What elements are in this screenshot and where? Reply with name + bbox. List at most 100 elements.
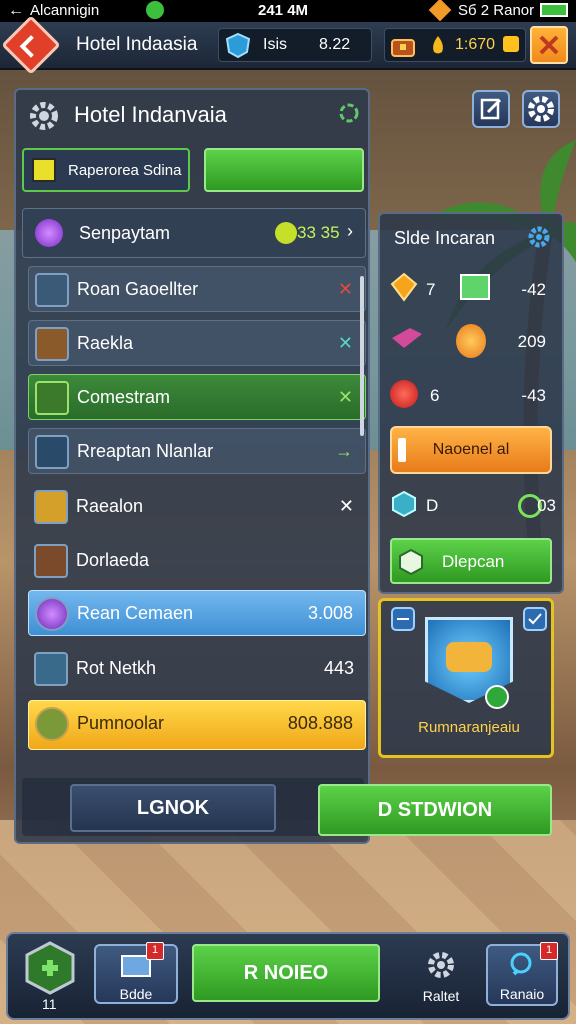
box-icon xyxy=(399,548,423,576)
bar-icon xyxy=(398,438,406,462)
photo-icon xyxy=(460,274,490,300)
nav-slot-1-label: Bdde xyxy=(119,986,153,1002)
side-item-left: 6 xyxy=(430,386,440,405)
list-item[interactable]: Raealon ✕ xyxy=(28,484,366,530)
nav-settings-label: Raltet xyxy=(422,988,460,1004)
nav-slot-1[interactable]: Bdde xyxy=(94,944,178,1004)
resource-1-label: Isis xyxy=(263,36,287,53)
list-item-value: 443 xyxy=(323,658,354,678)
list-item-highlighted[interactable]: Rean Cemaen 3.008 xyxy=(28,590,366,636)
list-item-label: Rean Cemaen xyxy=(77,603,194,623)
compass-icon xyxy=(391,607,415,631)
edit-icon xyxy=(480,98,502,120)
close-icon[interactable]: ✕ xyxy=(339,496,354,517)
dispatch-button[interactable]: Dlepcan xyxy=(390,538,552,584)
level-label: 11 xyxy=(42,996,57,1012)
close-icon[interactable]: ✕ xyxy=(338,279,353,300)
resource-row-label: Senpaytam xyxy=(79,223,171,243)
shield-icon xyxy=(225,32,251,58)
room-thumbnail xyxy=(34,544,68,578)
coin-icon xyxy=(503,36,519,52)
list-item-label: Raekla xyxy=(77,333,134,353)
confirm-name-button[interactable] xyxy=(204,148,364,192)
chevron-right-icon[interactable]: › xyxy=(347,221,353,242)
side-item-left: 7 xyxy=(426,280,436,299)
room-thumbnail xyxy=(35,327,69,361)
side-panel-title: Slde Incaran xyxy=(394,228,496,248)
purple-orb-icon xyxy=(35,597,69,631)
left-action-button[interactable]: LGNOK xyxy=(70,784,276,832)
notification-badge: 1 xyxy=(540,942,558,960)
gold-gem-icon xyxy=(390,272,418,302)
list-item-label: Rot Netkh xyxy=(76,658,157,678)
upgrade-button-label: Naoenel al xyxy=(432,441,510,458)
list-item[interactable]: Dorlaeda xyxy=(28,538,366,584)
list-scrollbar[interactable] xyxy=(360,276,364,436)
settings-button[interactable] xyxy=(522,90,560,128)
check-shield-icon xyxy=(523,607,547,631)
lime-coin-icon xyxy=(275,222,297,244)
gold-ore-icon xyxy=(446,642,492,672)
hotel-name-value: Raperorea Sdina xyxy=(68,162,182,179)
food-icon xyxy=(35,707,69,741)
list-item-label: Comestram xyxy=(77,387,171,407)
d-row-right: 03 xyxy=(537,496,556,515)
reward-card[interactable]: Rumnaranjeaiu xyxy=(378,598,554,758)
notification-badge: 1 xyxy=(146,942,164,960)
gear-icon[interactable] xyxy=(526,224,552,250)
edit-button[interactable] xyxy=(472,90,510,128)
list-item[interactable]: Rot Netkh 443 xyxy=(28,646,366,692)
recycle-icon xyxy=(339,103,359,123)
side-item-right: 209 xyxy=(517,332,546,351)
list-item-label: Raealon xyxy=(76,496,144,516)
badge-icon xyxy=(485,685,509,709)
tools-button[interactable] xyxy=(530,26,568,64)
list-item[interactable]: Raekla ✕ xyxy=(28,320,366,366)
list-item[interactable]: Roan Gaoellter ✕ xyxy=(28,266,366,312)
fruit-icon xyxy=(456,324,486,358)
gear-icon xyxy=(428,952,454,978)
room-thumbnail xyxy=(35,273,69,307)
close-icon[interactable]: ✕ xyxy=(338,333,353,354)
list-item[interactable]: Rreaptan Nlanlar → xyxy=(28,428,366,474)
nav-search-label: Ranaio xyxy=(499,986,545,1002)
list-item-label: Pumnoolar xyxy=(77,713,165,733)
resource-row-value: 33 35 xyxy=(297,223,340,242)
close-icon[interactable]: ✕ xyxy=(338,387,353,408)
list-item-gold[interactable]: Pumnoolar 808.888 xyxy=(28,700,366,750)
list-item-label: Rreaptan Nlanlar xyxy=(77,441,214,461)
crossed-tools-icon xyxy=(539,35,559,55)
list-item-selected[interactable]: Comestram ✕ xyxy=(28,374,366,420)
nav-settings[interactable]: Raltet xyxy=(408,944,474,1010)
side-item-right: -42 xyxy=(521,280,546,299)
side-d-row: D 03 xyxy=(390,490,556,526)
status-time: 241 4M xyxy=(258,2,309,19)
center-action-button[interactable]: R NOIEO xyxy=(192,944,380,1002)
search-icon xyxy=(510,952,532,976)
list-item-value: 808.888 xyxy=(287,713,353,733)
top-bar-title: Hotel Indaasia xyxy=(76,34,198,55)
pencil-icon xyxy=(32,158,56,182)
side-item: 6 -43 xyxy=(390,378,556,418)
panel-title: Hotel Indanvaia xyxy=(74,102,227,127)
cube-icon xyxy=(392,490,416,518)
room-list: Roan Gaoellter ✕ Raekla ✕ Comestram ✕ Rr… xyxy=(20,266,366,760)
hotel-name-field[interactable]: Raperorea Sdina xyxy=(22,148,190,192)
list-item-label: Dorlaeda xyxy=(76,550,150,570)
upgrade-button[interactable]: Naoenel al xyxy=(390,426,552,474)
list-item-value: 3.008 xyxy=(307,603,353,623)
battery-icon xyxy=(540,3,568,17)
resource-2-value: 1:670 xyxy=(455,36,496,53)
resource-row: Senpaytam 33 35 › xyxy=(22,208,366,258)
right-action-button[interactable]: D STDWION xyxy=(318,784,552,836)
gem-icon xyxy=(428,0,452,22)
back-button[interactable] xyxy=(1,15,61,75)
back-arrow-icon: ← xyxy=(8,2,24,19)
room-thumbnail xyxy=(35,435,69,469)
side-item-right: -43 xyxy=(521,386,546,405)
treasure-chest-icon xyxy=(391,39,415,57)
flame-icon xyxy=(433,36,443,54)
arrow-right-icon[interactable]: → xyxy=(335,441,353,462)
apple-icon xyxy=(390,380,418,408)
level-hexagon-icon[interactable] xyxy=(24,940,76,996)
